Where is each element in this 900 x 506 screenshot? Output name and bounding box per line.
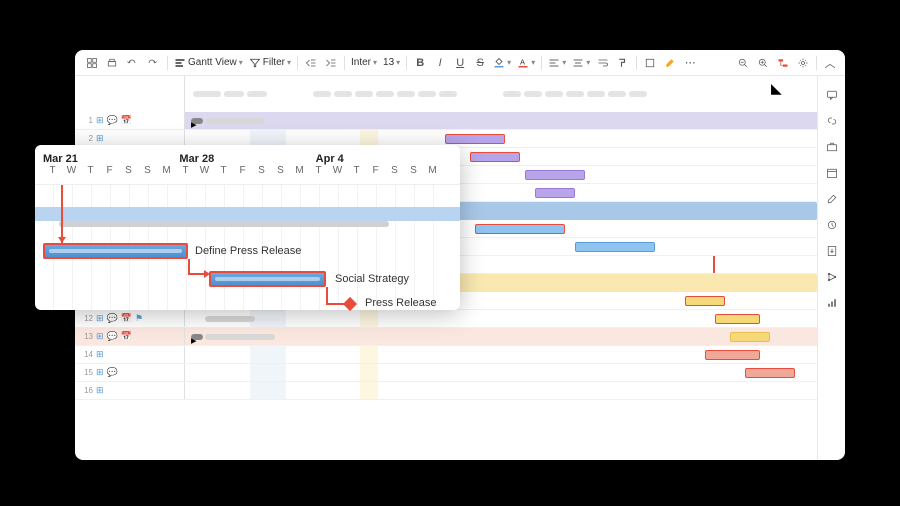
cursor-icon: ◣ xyxy=(771,80,782,97)
row-number: 14 xyxy=(79,350,93,359)
size-dropdown[interactable]: 13▾ xyxy=(381,57,402,68)
valign-dropdown[interactable]: ▾ xyxy=(570,57,592,69)
outdent-icon[interactable] xyxy=(302,54,320,72)
settings-icon[interactable] xyxy=(794,54,812,72)
underline-button[interactable]: U xyxy=(451,54,469,72)
month-label: Mar 21 xyxy=(43,153,179,165)
font-dropdown[interactable]: Inter▾ xyxy=(349,57,379,68)
format-icon[interactable] xyxy=(614,54,632,72)
row-number: 2 xyxy=(79,134,93,143)
fill-color-dropdown[interactable]: ▾ xyxy=(491,57,513,69)
italic-button[interactable]: I xyxy=(431,54,449,72)
table-row[interactable]: 1⊞💬📅 ▸ xyxy=(75,112,817,130)
calendar-icon[interactable] xyxy=(823,164,841,182)
redo-icon[interactable] xyxy=(143,54,161,72)
task-bar-1[interactable] xyxy=(43,243,188,259)
table-row[interactable]: 12⊞💬📅⚑ ↓ xyxy=(75,310,817,328)
bold-button[interactable]: B xyxy=(411,54,429,72)
link-icon[interactable] xyxy=(823,112,841,130)
row-number: 13 xyxy=(79,332,93,341)
table-row[interactable]: 13⊞💬📅 !▸ xyxy=(75,328,817,346)
chart-icon[interactable] xyxy=(823,294,841,312)
undo-icon[interactable] xyxy=(123,54,141,72)
chevron-up-icon[interactable]: ︿ xyxy=(821,54,839,72)
row-number: 12 xyxy=(79,314,93,323)
toolbar: Gantt View ▾ Filter ▾ Inter▾ 13▾ B I U S… xyxy=(75,50,845,76)
text-color-dropdown[interactable]: A▾ xyxy=(515,57,537,69)
svg-text:A: A xyxy=(520,57,525,66)
view-mode-dropdown[interactable]: Gantt View ▾ xyxy=(172,57,245,69)
table-row[interactable]: 16⊞ xyxy=(75,382,817,400)
table-row[interactable]: 14⊞ xyxy=(75,346,817,364)
zoom-panel: Mar 21 Mar 28 Apr 4 TWTFSSMTWTFSSMTWTFSS… xyxy=(35,145,460,310)
day-header: TWTFSSMTWTFSSMTWTFSSM xyxy=(43,165,452,176)
print-icon[interactable] xyxy=(103,54,121,72)
task-label: Social Strategy xyxy=(335,273,409,285)
zoom-in-icon[interactable] xyxy=(754,54,772,72)
font-label: Inter xyxy=(351,57,371,68)
edit-icon[interactable] xyxy=(823,190,841,208)
indent-icon[interactable] xyxy=(322,54,340,72)
zoom-out-icon[interactable] xyxy=(734,54,752,72)
timeline-header xyxy=(185,76,817,112)
table-row[interactable]: 15⊞💬 xyxy=(75,364,817,382)
month-label: Apr 4 xyxy=(316,153,452,165)
highlight-icon[interactable] xyxy=(661,54,679,72)
align-dropdown[interactable]: ▾ xyxy=(546,57,568,69)
wrap-icon[interactable] xyxy=(594,54,612,72)
right-rail xyxy=(817,76,845,460)
branch-icon[interactable] xyxy=(823,268,841,286)
more-icon[interactable]: ⋯ xyxy=(681,54,699,72)
grid-icon[interactable] xyxy=(83,54,101,72)
task-bar-2[interactable] xyxy=(209,271,326,287)
month-label: Mar 28 xyxy=(179,153,315,165)
comments-icon[interactable] xyxy=(823,86,841,104)
row-number: 1 xyxy=(79,116,93,125)
history-icon[interactable] xyxy=(823,216,841,234)
task-label: Press Release xyxy=(365,297,437,309)
row-number: 15 xyxy=(79,368,93,377)
row-number: 16 xyxy=(79,386,93,395)
filter-label: Filter xyxy=(263,57,285,68)
view-mode-label: Gantt View xyxy=(188,57,237,68)
critical-path-icon[interactable] xyxy=(774,54,792,72)
filter-dropdown[interactable]: Filter ▾ xyxy=(247,57,293,69)
export-icon[interactable] xyxy=(823,242,841,260)
task-label: Define Press Release xyxy=(195,245,301,257)
attach-icon[interactable] xyxy=(641,54,659,72)
strike-button[interactable]: S xyxy=(471,54,489,72)
size-label: 13 xyxy=(383,57,394,68)
briefcase-icon[interactable] xyxy=(823,138,841,156)
